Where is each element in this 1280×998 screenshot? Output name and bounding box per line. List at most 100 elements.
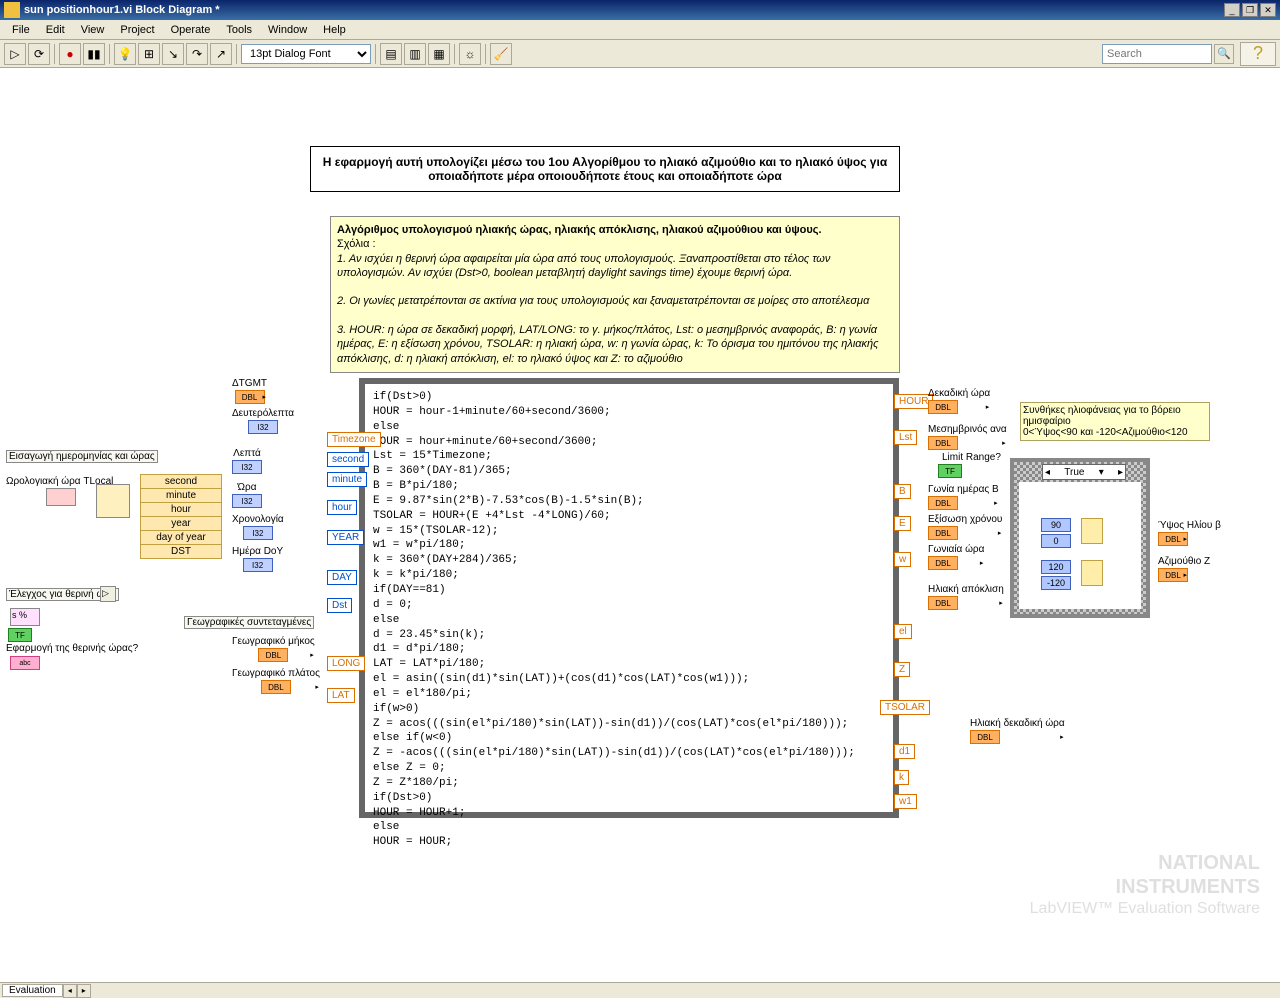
scroll-right-icon[interactable]: ▸ <box>77 984 91 998</box>
close-button[interactable]: ✕ <box>1260 3 1276 17</box>
step-out-button[interactable]: ↗ <box>210 43 232 65</box>
tunnel-lat[interactable]: LAT <box>327 688 355 703</box>
dbl-terminal: DBL <box>928 436 958 450</box>
string-indicator[interactable]: abc <box>10 656 40 670</box>
block-diagram-canvas[interactable]: Η εφαρμογή αυτή υπολογίζει μέσω του 1ου … <box>0 68 1280 978</box>
menu-edit[interactable]: Edit <box>38 22 73 38</box>
indicator-elevation[interactable]: DBL <box>1158 532 1188 546</box>
run-button[interactable]: ▷ <box>4 43 26 65</box>
tunnel-el[interactable]: el <box>894 624 912 639</box>
tunnel-z[interactable]: Z <box>894 662 910 677</box>
menu-window[interactable]: Window <box>260 22 315 38</box>
indicator-decimal-hour[interactable]: Δεκαδική ώρα DBL <box>928 388 990 414</box>
control-year[interactable]: Χρονολογία I32 <box>232 514 284 540</box>
run-continuous-button[interactable]: ⟳ <box>28 43 50 65</box>
menu-operate[interactable]: Operate <box>163 22 219 38</box>
font-selector[interactable]: 13pt Dialog Font <box>241 44 371 64</box>
minimize-button[interactable]: _ <box>1224 3 1240 17</box>
format-string-constant[interactable]: s % <box>10 608 40 626</box>
tunnel-long[interactable]: LONG <box>327 656 365 671</box>
tunnel-dst[interactable]: Dst <box>327 598 352 613</box>
i32-terminal: I32 <box>248 420 278 434</box>
chevron-down-icon[interactable]: ▾ <box>1099 467 1104 478</box>
menu-help[interactable]: Help <box>315 22 354 38</box>
tunnel-minute[interactable]: minute <box>327 472 367 487</box>
tunnel-timezone[interactable]: Timezone <box>327 432 381 447</box>
control-dtgmt[interactable]: ΔTGMT DBL <box>232 378 267 404</box>
dbl-terminal: DBL <box>235 390 265 404</box>
seconds-to-datetime-node[interactable] <box>96 484 130 518</box>
tunnel-w[interactable]: w <box>894 552 911 567</box>
const-120[interactable]: 120 <box>1041 560 1071 574</box>
pause-button[interactable]: ▮▮ <box>83 43 105 65</box>
restore-button[interactable]: ❐ <box>1242 3 1258 17</box>
indicator-solar-hour[interactable]: Ηλιακή δεκαδική ώρα DBL <box>970 718 1065 744</box>
resize-button[interactable]: ▦ <box>428 43 450 65</box>
case-structure[interactable]: ◂ True ▾ ▸ 90 0 120 -120 <box>1010 458 1150 618</box>
cleanup-button[interactable]: 🧹 <box>490 43 512 65</box>
indicator-eq-of-time[interactable]: Εξίσωση χρόνου DBL <box>928 514 1002 540</box>
control-doy[interactable]: Ημέρα DoY I32 <box>232 546 283 572</box>
tunnel-k[interactable]: k <box>894 770 909 785</box>
toolbar-separator <box>375 44 376 64</box>
label-sun-height: Ύψος Ηλίου β <box>1158 520 1221 531</box>
label-limit-range: Limit Range? <box>942 452 1001 463</box>
retain-wire-button[interactable]: ⊞ <box>138 43 160 65</box>
const-0[interactable]: 0 <box>1041 534 1071 548</box>
tunnel-day[interactable]: DAY <box>327 570 357 585</box>
align-button[interactable]: ▤ <box>380 43 402 65</box>
unbundle-doy: day of year <box>141 531 221 545</box>
tunnel-hour[interactable]: hour <box>327 500 357 515</box>
const-90[interactable]: 90 <box>1041 518 1071 532</box>
chevron-right-icon[interactable]: ▸ <box>1118 467 1123 478</box>
chevron-left-icon[interactable]: ◂ <box>1045 467 1050 478</box>
reorder-button[interactable]: ☼ <box>459 43 481 65</box>
tunnel-lst[interactable]: Lst <box>894 430 917 445</box>
search-button[interactable]: 🔍 <box>1214 44 1234 64</box>
control-seconds[interactable]: Δευτερόλεπτα I32 <box>232 408 294 434</box>
const-m120[interactable]: -120 <box>1041 576 1071 590</box>
status-tab[interactable]: Evaluation <box>2 984 63 997</box>
dbl-terminal: DBL <box>928 400 958 414</box>
indicator-meridian[interactable]: Μεσημβρινός ανα DBL <box>928 424 1007 450</box>
unbundle-by-name[interactable]: second minute hour year day of year DST <box>140 474 222 559</box>
menu-file[interactable]: File <box>4 22 38 38</box>
scroll-left-icon[interactable]: ◂ <box>63 984 77 998</box>
indicator-hour-angle[interactable]: Γωνιαία ώρα DBL <box>928 544 984 570</box>
tunnel-e[interactable]: E <box>894 516 911 531</box>
menu-tools[interactable]: Tools <box>218 22 260 38</box>
indicator-day-angle[interactable]: Γωνία ημέρας Β DBL <box>928 484 999 510</box>
boolean-tf[interactable]: TF <box>8 628 32 642</box>
tunnel-year[interactable]: YEAR <box>327 530 364 545</box>
tunnel-d1[interactable]: d1 <box>894 744 915 759</box>
abort-button[interactable]: ● <box>59 43 81 65</box>
case-selector[interactable]: ◂ True ▾ ▸ <box>1042 464 1126 480</box>
timestamp-constant[interactable] <box>46 488 76 506</box>
context-help-button[interactable]: ? <box>1240 42 1276 66</box>
label-geo-coords: Γεωγραφικές συντεταγμένες <box>184 616 314 629</box>
formula-node[interactable]: if(Dst>0) HOUR = hour-1+minute/60+second… <box>359 378 899 818</box>
distribute-button[interactable]: ▥ <box>404 43 426 65</box>
bool-limit-range[interactable]: TF <box>938 464 962 478</box>
control-latitude[interactable]: Γεωγραφικό πλάτος DBL <box>232 668 320 694</box>
tunnel-second[interactable]: second <box>327 452 369 467</box>
control-minutes[interactable]: Λεπτά I32 <box>232 448 262 474</box>
menu-view[interactable]: View <box>73 22 113 38</box>
control-longitude[interactable]: Γεωγραφικό μήκος DBL <box>232 636 315 662</box>
indicator-azimuth[interactable]: DBL <box>1158 568 1188 582</box>
control-hour[interactable]: Ώρα I32 <box>232 482 262 508</box>
inrange-node-1[interactable] <box>1081 518 1103 544</box>
label-azimuth: Αζιμούθιο Ζ <box>1158 556 1210 567</box>
search-input[interactable] <box>1102 44 1212 64</box>
indicator-declination[interactable]: Ηλιακή απόκλιση DBL <box>928 584 1004 610</box>
step-over-button[interactable]: ↷ <box>186 43 208 65</box>
inrange-node-2[interactable] <box>1081 560 1103 586</box>
tunnel-w1[interactable]: w1 <box>894 794 917 809</box>
menu-project[interactable]: Project <box>112 22 162 38</box>
step-into-button[interactable]: ↘ <box>162 43 184 65</box>
dbl-terminal: DBL <box>928 556 958 570</box>
highlight-execution-button[interactable]: 💡 <box>114 43 136 65</box>
tunnel-b[interactable]: B <box>894 484 911 499</box>
compare-node[interactable]: ▷ <box>100 586 116 602</box>
tunnel-tsolar[interactable]: TSOLAR <box>880 700 930 715</box>
